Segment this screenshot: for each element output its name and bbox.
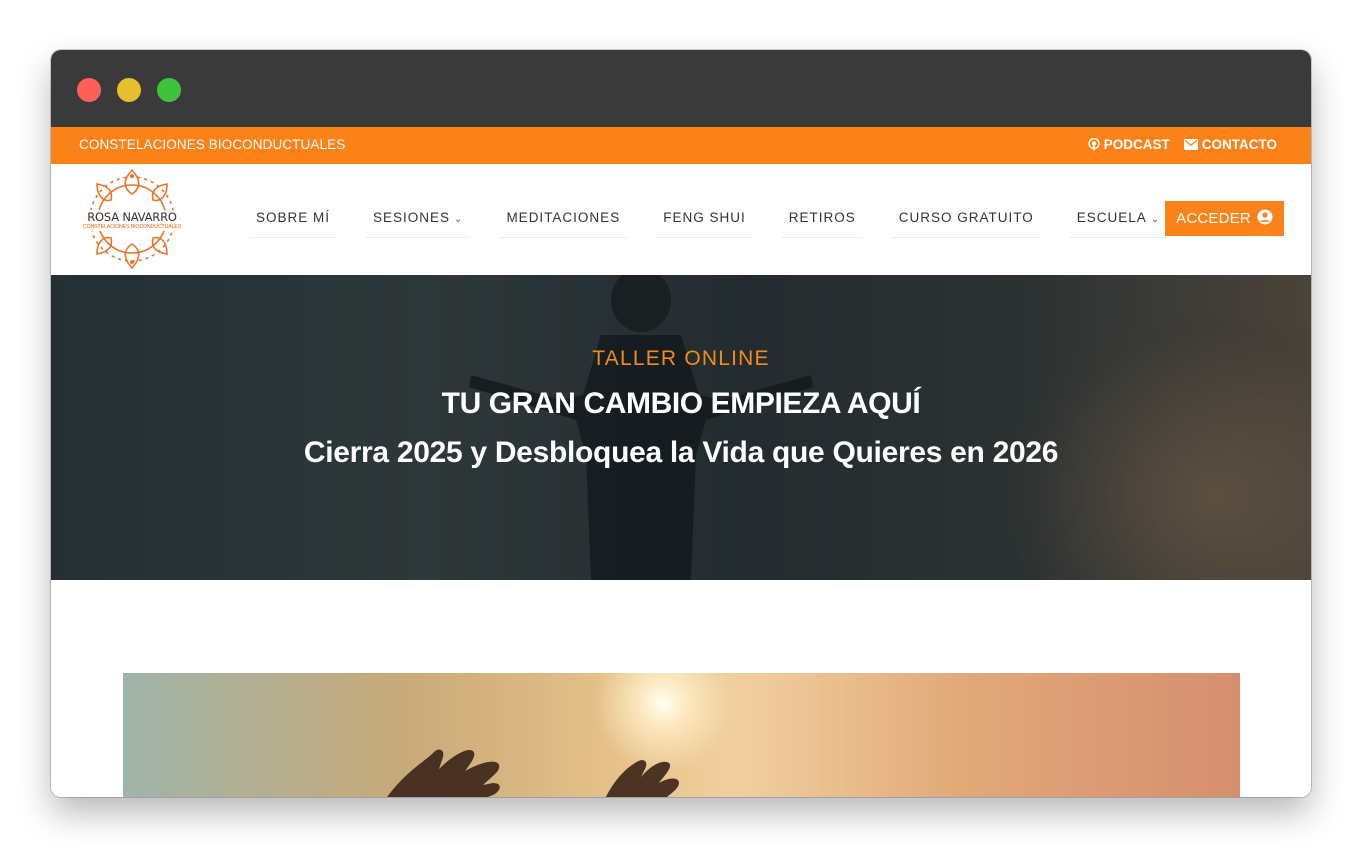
podcast-icon [1088, 138, 1100, 151]
hero-title: TU GRAN CAMBIO EMPIEZA AQUÍ [441, 387, 921, 420]
content-section [51, 580, 1311, 797]
contact-label: CONTACTO [1201, 137, 1277, 152]
logo-name: ROSA NAVARRO [87, 210, 177, 224]
maximize-window-button[interactable] [157, 78, 181, 102]
acceder-label: ACCEDER [1176, 210, 1251, 227]
site-logo[interactable]: ROSA NAVARRO CONSTELACIONES BIOCONDUCTUA… [81, 168, 183, 271]
podcast-link[interactable]: PODCAST [1088, 137, 1170, 152]
minimize-window-button[interactable] [117, 78, 141, 102]
hands-silhouette [387, 749, 679, 797]
logo-subtitle: CONSTELACIONES BIOCONDUCTUALES [82, 224, 182, 230]
nav-item-sobre-mi[interactable]: SOBRE MÍ [249, 202, 338, 238]
chevron-down-icon: ⌄ [454, 214, 464, 225]
tagline: CONSTELACIONES BIOCONDUCTUALES [79, 137, 346, 152]
hero-section: TALLER ONLINE TU GRAN CAMBIO EMPIEZA AQU… [51, 275, 1311, 580]
nav-item-retiros[interactable]: RETIROS [781, 202, 863, 238]
nav-item-label: ESCUELA [1076, 210, 1147, 225]
browser-window: CONSTELACIONES BIOCONDUCTUALES PODCAST C… [51, 50, 1311, 797]
hero-kicker: TALLER ONLINE [592, 347, 770, 370]
nav-item-label: CURSO GRATUITO [898, 210, 1034, 225]
nav-item-sesiones[interactable]: SESIONES ⌄ [366, 202, 471, 238]
chevron-down-icon: ⌄ [1150, 214, 1161, 225]
site-header: ROSA NAVARRO CONSTELACIONES BIOCONDUCTUA… [51, 164, 1311, 275]
nav-item-feng-shui[interactable]: FENG SHUI [656, 202, 753, 238]
podcast-label: PODCAST [1103, 137, 1170, 152]
user-circle-icon [1257, 209, 1273, 229]
top-links: PODCAST CONTACTO [1088, 137, 1277, 152]
nav-item-meditaciones[interactable]: MEDITACIONES [499, 202, 628, 238]
top-bar: CONSTELACIONES BIOCONDUCTUALES PODCAST C… [51, 127, 1311, 164]
hero-subtitle: Cierra 2025 y Desbloquea la Vida que Qui… [303, 436, 1059, 469]
close-window-button[interactable] [77, 78, 101, 102]
window-titlebar [51, 50, 1311, 128]
envelope-icon [1183, 139, 1198, 150]
nav-item-label: SESIONES [373, 210, 451, 225]
nav-item-escuela[interactable]: ESCUELA ⌄ [1069, 202, 1168, 238]
nav-item-label: RETIROS [788, 210, 856, 225]
acceder-button[interactable]: ACCEDER [1165, 201, 1284, 236]
sunrise-hands-image [123, 673, 1240, 797]
nav-item-label: FENG SHUI [663, 210, 746, 225]
main-nav: SOBRE MÍ SESIONES ⌄ MEDITACIONES FENG SHU… [249, 202, 1196, 238]
hero-overlay [51, 275, 1311, 580]
contact-link[interactable]: CONTACTO [1183, 137, 1277, 152]
nav-item-label: SOBRE MÍ [256, 210, 331, 225]
nav-item-label: MEDITACIONES [506, 210, 621, 225]
nav-item-curso-gratuito[interactable]: CURSO GRATUITO [891, 202, 1041, 238]
logo-text: ROSA NAVARRO CONSTELACIONES BIOCONDUCTUA… [81, 210, 183, 231]
